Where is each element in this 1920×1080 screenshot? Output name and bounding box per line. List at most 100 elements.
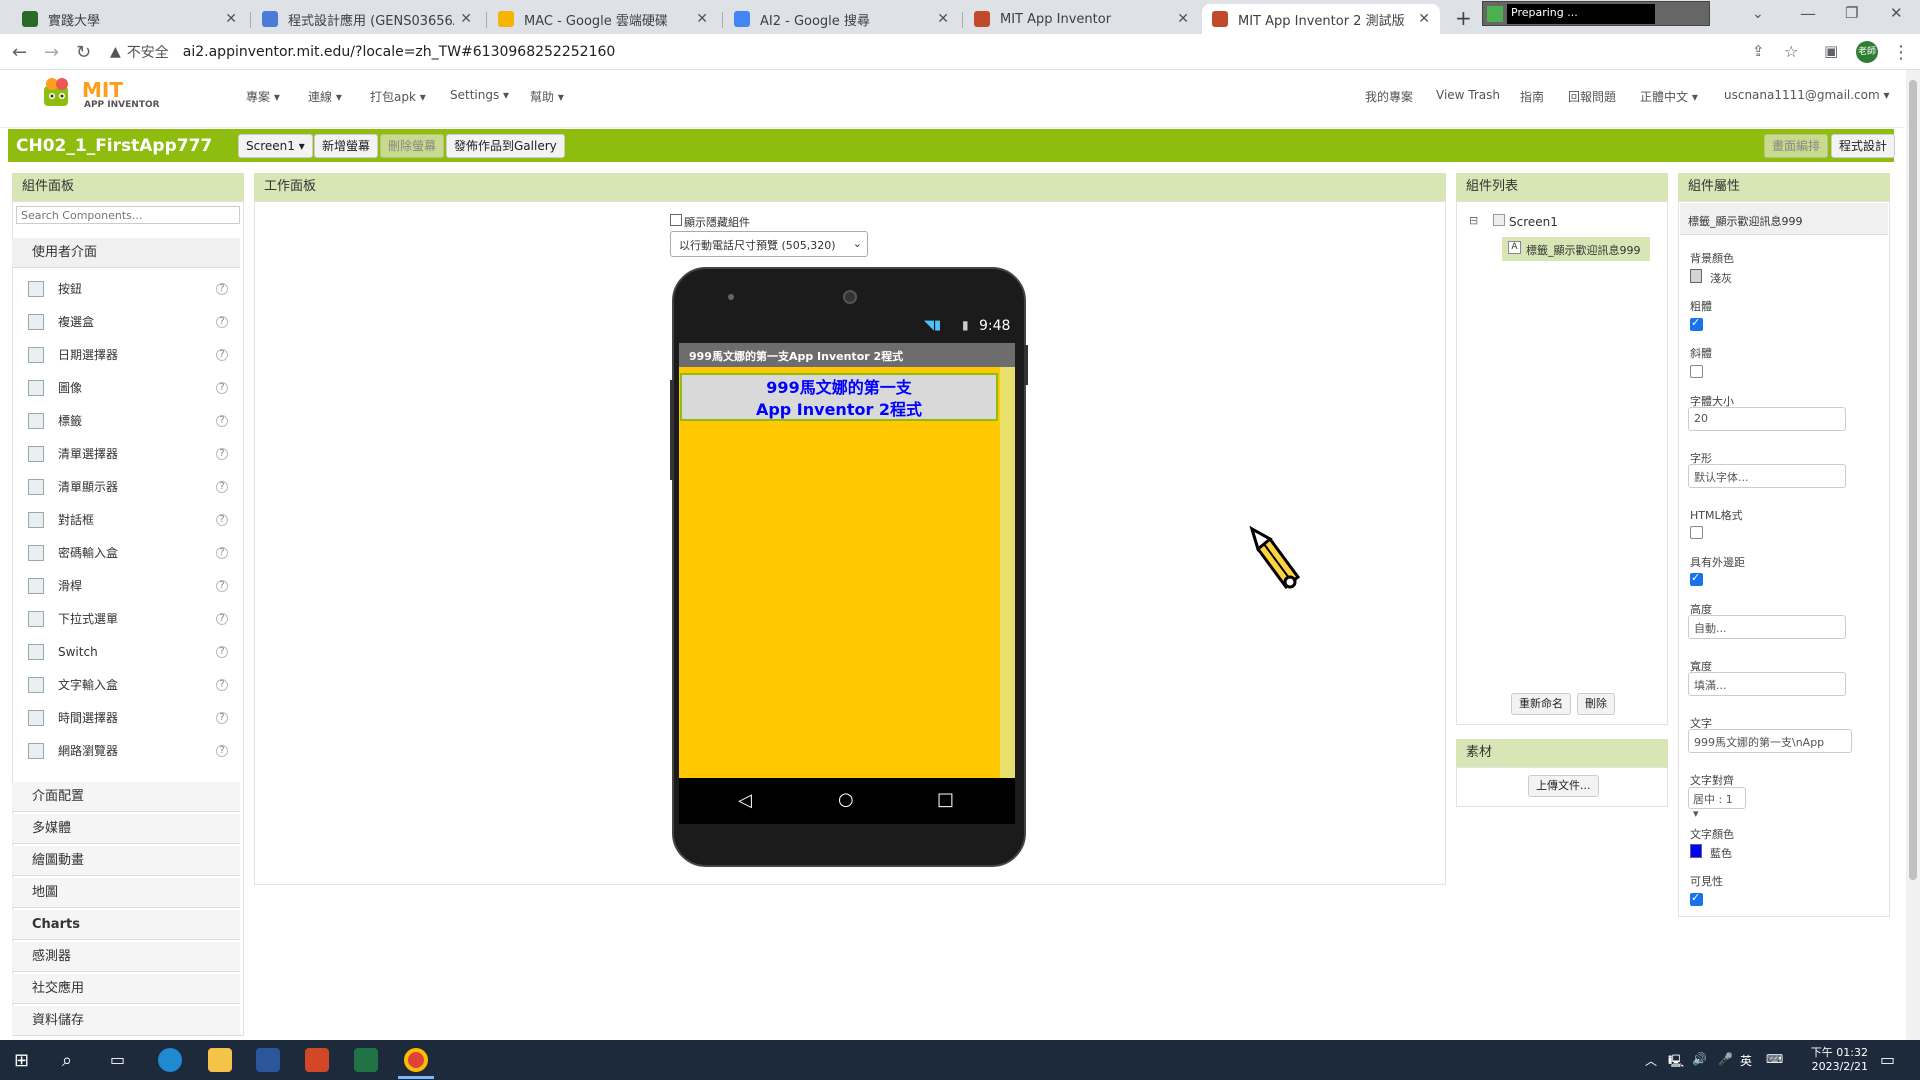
category-charts[interactable]: Charts (12, 910, 240, 940)
text-textarea[interactable]: 999馬文娜的第一支\nApp (1688, 729, 1852, 753)
upload-file-button[interactable]: 上傳文件... (1528, 775, 1599, 797)
palette-item[interactable]: 圖像? (28, 371, 228, 404)
category-user-interface[interactable]: 使用者介面 (12, 238, 240, 268)
bg-color-swatch[interactable] (1690, 269, 1702, 283)
delete-button[interactable]: 刪除 (1577, 693, 1615, 715)
typeface-input[interactable]: 默认字体... (1688, 464, 1846, 488)
palette-item[interactable]: 網路瀏覽器? (28, 734, 228, 767)
palette-item[interactable]: 滑桿? (28, 569, 228, 602)
reload-icon[interactable]: ↻ (76, 42, 91, 63)
browser-tab[interactable]: 程式設計應用 (GENS03656A1) ✕ (252, 4, 482, 34)
minimize-icon[interactable]: — (1800, 4, 1816, 23)
prop-textcolor-value[interactable]: 藍色 (1710, 845, 1732, 861)
help-icon[interactable]: ? (216, 414, 228, 427)
show-hidden-checkbox[interactable] (670, 214, 682, 226)
ime-indicator[interactable]: 英 (1740, 1052, 1752, 1069)
search-icon[interactable]: ⌕ (62, 1050, 72, 1071)
browser-tab[interactable]: MIT App Inventor ✕ (964, 4, 1199, 34)
preview-size-select[interactable]: 以行動電話尺寸預覽 (505,320) ⌄ (670, 231, 868, 257)
palette-item[interactable]: 清單顯示器? (28, 470, 228, 503)
margins-checkbox[interactable] (1690, 571, 1703, 586)
microphone-icon[interactable]: 🎤 (1718, 1052, 1733, 1066)
help-icon[interactable]: ? (216, 546, 228, 559)
menu-settings[interactable]: Settings ▾ (450, 88, 509, 102)
volume-icon[interactable]: 🔊 (1692, 1052, 1707, 1066)
app-inventor-logo-icon[interactable] (38, 76, 78, 112)
close-icon[interactable]: ✕ (1177, 11, 1189, 27)
help-icon[interactable]: ? (216, 447, 228, 460)
html-format-checkbox[interactable] (1690, 526, 1703, 539)
category-drawing[interactable]: 繪圖動畫 (12, 846, 240, 876)
input-method-icon[interactable]: ⌨ (1766, 1052, 1783, 1066)
tree-root-screen1[interactable]: Screen1 (1509, 215, 1558, 229)
menu-view-trash[interactable]: View Trash (1436, 88, 1500, 102)
menu-account[interactable]: uscnana1111@gmail.com ▾ (1724, 88, 1890, 102)
close-icon[interactable]: ✕ (696, 11, 708, 27)
menu-my-projects[interactable]: 我的專案 (1365, 88, 1413, 105)
restore-icon[interactable]: ❐ (1845, 4, 1858, 22)
share-icon[interactable]: ⇪ (1752, 42, 1765, 60)
window-close-icon[interactable]: ✕ (1890, 4, 1903, 22)
publish-gallery-button[interactable]: 發佈作品到Gallery (446, 134, 565, 158)
palette-item[interactable]: 文字輸入盒? (28, 668, 228, 701)
rename-button[interactable]: 重新命名 (1511, 693, 1571, 715)
page-scrollbar[interactable] (1906, 70, 1920, 1040)
new-tab-button[interactable]: + (1455, 6, 1472, 30)
close-icon[interactable]: ✕ (937, 11, 949, 27)
url-text[interactable]: ai2.appinventor.mit.edu/?locale=zh_TW#61… (183, 44, 616, 60)
network-icon[interactable]: 🖳 (1668, 1052, 1684, 1073)
category-media[interactable]: 多媒體 (12, 814, 240, 844)
category-social[interactable]: 社交應用 (12, 974, 240, 1004)
italic-checkbox[interactable] (1690, 365, 1703, 378)
powerpoint-icon[interactable] (305, 1048, 329, 1072)
close-icon[interactable]: ✕ (1418, 11, 1430, 27)
help-icon[interactable]: ? (216, 645, 228, 658)
close-icon[interactable]: ✕ (460, 11, 472, 27)
help-icon[interactable]: ? (216, 348, 228, 361)
tree-node-selected[interactable]: A 標籤_顯示歡迎訊息999 (1502, 237, 1650, 261)
screen-select[interactable]: Screen1 ▾ (238, 134, 313, 158)
omnibox[interactable]: ▲ 不安全 ai2.appinventor.mit.edu/?locale=zh… (110, 39, 1790, 65)
category-layout[interactable]: 介面配置 (12, 782, 240, 812)
excel-icon[interactable] (354, 1048, 378, 1072)
kebab-menu-icon[interactable]: ⋮ (1892, 42, 1910, 63)
menu-language[interactable]: 正體中文 ▾ (1640, 88, 1698, 105)
help-icon[interactable]: ? (216, 579, 228, 592)
windows-start-icon[interactable]: ⊞ (14, 1050, 29, 1071)
word-icon[interactable] (256, 1048, 280, 1072)
menu-guide[interactable]: 指南 (1520, 88, 1544, 105)
prop-bg-color-value[interactable]: 淺灰 (1710, 270, 1732, 286)
close-icon[interactable]: ✕ (225, 11, 237, 27)
collapse-icon[interactable]: ⊟ (1469, 214, 1478, 227)
browser-tab[interactable]: 實踐大學 ✕ (12, 4, 247, 34)
palette-item[interactable]: Switch? (28, 635, 228, 668)
help-icon[interactable]: ? (216, 612, 228, 625)
menu-help[interactable]: 幫助 ▾ (530, 88, 564, 105)
height-input[interactable]: 自動... (1688, 615, 1846, 639)
browser-tab[interactable]: MAC - Google 雲端硬碟 ✕ (488, 4, 718, 34)
palette-item[interactable]: 時間選擇器? (28, 701, 228, 734)
sidepanel-icon[interactable]: ▣ (1824, 42, 1838, 60)
palette-item[interactable]: 密碼輸入盒? (28, 536, 228, 569)
palette-item[interactable]: 標籤? (28, 404, 228, 437)
width-input[interactable]: 填滿... (1688, 672, 1846, 696)
fontsize-input[interactable]: 20 (1688, 407, 1846, 431)
search-components-input[interactable] (16, 206, 240, 224)
palette-item[interactable]: 複選盒? (28, 305, 228, 338)
category-maps[interactable]: 地圖 (12, 878, 240, 908)
visible-checkbox[interactable] (1690, 891, 1703, 906)
help-icon[interactable]: ? (216, 744, 228, 757)
help-icon[interactable]: ? (216, 480, 228, 493)
edge-icon[interactable] (158, 1048, 182, 1072)
category-sensors[interactable]: 感測器 (12, 942, 240, 972)
text-color-swatch[interactable] (1690, 844, 1702, 858)
tray-chevron-icon[interactable]: ︿ (1645, 1052, 1657, 1069)
bold-checkbox[interactable] (1690, 316, 1703, 331)
help-icon[interactable]: ? (216, 315, 228, 328)
help-icon[interactable]: ? (216, 711, 228, 724)
welcome-label[interactable]: 999馬文娜的第一支 App Inventor 2程式 (680, 373, 998, 421)
chevron-down-icon[interactable]: ⌄ (1752, 6, 1764, 22)
help-icon[interactable]: ? (216, 381, 228, 394)
page-scrollbar-thumb[interactable] (1909, 80, 1917, 880)
palette-item[interactable]: 日期選擇器? (28, 338, 228, 371)
